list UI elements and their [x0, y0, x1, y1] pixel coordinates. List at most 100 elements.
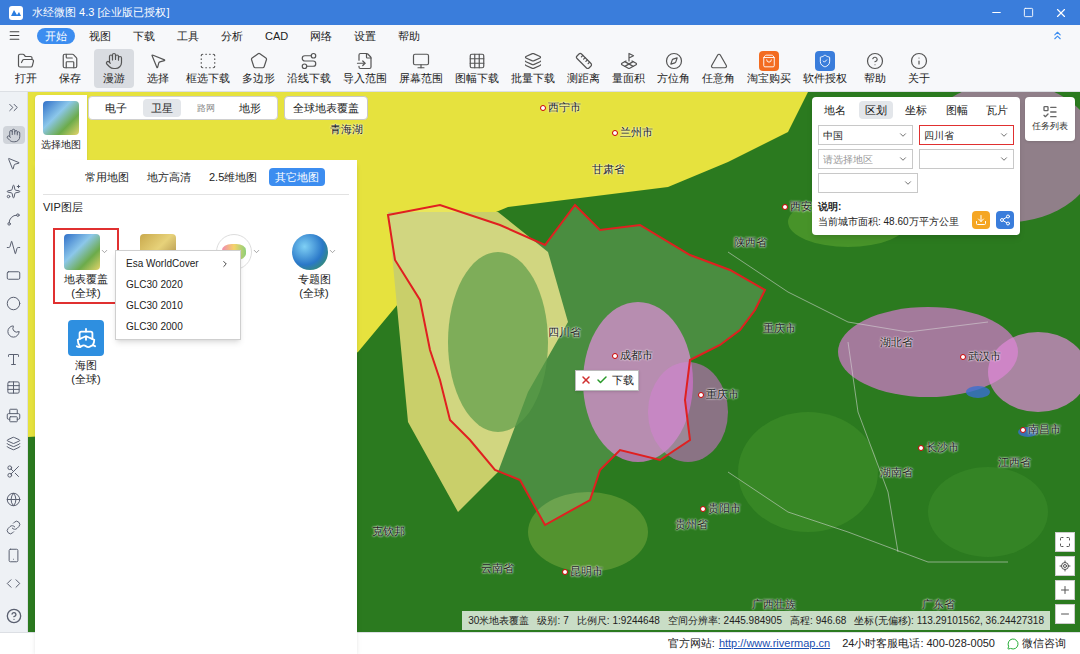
toolbar-button[interactable]: 沿线下载: [283, 49, 335, 88]
toolbar-button[interactable]: 测距离: [563, 49, 604, 88]
print-icon[interactable]: [6, 408, 21, 423]
toolbar-button[interactable]: 软件授权: [799, 49, 851, 88]
region-tab[interactable]: 图幅: [940, 101, 974, 119]
toolbar-button[interactable]: 框选下载: [182, 49, 234, 88]
rectangle-icon[interactable]: [6, 268, 21, 283]
menu-item[interactable]: 分析: [213, 28, 251, 44]
locate-icon[interactable]: [1059, 560, 1071, 572]
hand-icon[interactable]: [6, 128, 21, 143]
layer-item[interactable]: 专题图(全球): [281, 228, 347, 304]
layer-menu-arrow-icon[interactable]: [252, 247, 261, 256]
toolbar-button[interactable]: 方位角: [653, 49, 694, 88]
sub-district-select[interactable]: [919, 149, 1014, 169]
toolbar-button[interactable]: 保存: [50, 49, 90, 88]
toolbar-button[interactable]: 关于: [899, 49, 939, 88]
city-dot-icon: [960, 354, 966, 360]
map-source-button[interactable]: 路网: [189, 99, 223, 117]
menu-item[interactable]: 工具: [169, 28, 207, 44]
maximize-icon[interactable]: [1023, 7, 1034, 18]
cut-icon[interactable]: [6, 464, 21, 479]
layer-item[interactable]: 地表覆盖(全球): [53, 228, 119, 304]
help-icon[interactable]: [6, 608, 22, 624]
fullscreen-icon[interactable]: [1059, 536, 1071, 548]
landcover-icon: [64, 234, 100, 270]
map-category-tab[interactable]: 2.5维地图: [203, 168, 263, 186]
import-range-icon: [356, 52, 374, 70]
layer-menu-item[interactable]: Esa WorldCover: [116, 253, 240, 274]
map-source-button[interactable]: 卫星: [143, 99, 181, 117]
link-icon[interactable]: [6, 520, 21, 535]
toolbar-button[interactable]: 图幅下载: [451, 49, 503, 88]
map-source-button[interactable]: 电子: [97, 99, 135, 117]
province-select[interactable]: 四川省: [919, 125, 1014, 145]
toolbar-button[interactable]: 屏幕范围: [395, 49, 447, 88]
map-category-tab[interactable]: 其它地图: [269, 168, 325, 186]
region-tab[interactable]: 瓦片: [980, 101, 1014, 119]
toolbar-button[interactable]: 导入范围: [339, 49, 391, 88]
cancel-icon[interactable]: [580, 374, 592, 386]
toolbar-button[interactable]: 打开: [6, 49, 46, 88]
close-icon[interactable]: [1054, 6, 1068, 20]
toolbar-button[interactable]: 任意角: [698, 49, 739, 88]
line-icon[interactable]: [6, 212, 21, 227]
share-icon[interactable]: [999, 214, 1011, 226]
layers-icon[interactable]: [6, 436, 21, 451]
menu-item[interactable]: 开始: [37, 28, 75, 44]
toolbar-button[interactable]: 帮助: [855, 49, 895, 88]
sdk-icon[interactable]: [6, 576, 21, 591]
wechat-link[interactable]: 微信咨询: [1022, 635, 1066, 652]
toolbar-button[interactable]: 淘宝购买: [743, 49, 795, 88]
map-source-button[interactable]: 地形: [231, 99, 269, 117]
global-landcover-button[interactable]: 全球地表覆盖: [284, 96, 368, 120]
menu-item[interactable]: 视图: [81, 28, 119, 44]
download-icon[interactable]: [975, 214, 987, 226]
status-item: 级别:7: [537, 613, 568, 628]
town-select[interactable]: [818, 173, 918, 193]
map-picker-panel: 常用地图地方高清2.5维地图其它地图VIP图层地表覆盖(全球)专题图(全球)海图…: [35, 160, 357, 654]
layer-menu-arrow-icon[interactable]: [100, 247, 109, 256]
toolbar-button[interactable]: 多边形: [238, 49, 279, 88]
download-button[interactable]: 下载: [612, 372, 634, 389]
sector-icon[interactable]: [6, 324, 21, 339]
layer-menu-item[interactable]: GLC30 2020: [116, 274, 240, 295]
menu-item[interactable]: 下载: [125, 28, 163, 44]
region-tab[interactable]: 坐标: [899, 101, 933, 119]
collapse-ribbon-icon[interactable]: [1051, 29, 1064, 42]
layer-menu-arrow-icon[interactable]: [328, 247, 337, 256]
minimize-icon[interactable]: [990, 6, 1003, 19]
toolbar-button[interactable]: 选择: [138, 49, 178, 88]
toolbar-button[interactable]: 漫游: [94, 49, 134, 88]
menu-item[interactable]: 帮助: [390, 28, 428, 44]
table-icon[interactable]: [6, 380, 21, 395]
globe-icon[interactable]: [6, 492, 21, 507]
layer-item[interactable]: 海图(全球): [53, 314, 119, 390]
district-select[interactable]: 请选择地区: [818, 149, 913, 169]
layer-menu-item[interactable]: GLC30 2010: [116, 295, 240, 316]
chart-icon[interactable]: [6, 240, 21, 255]
map-picker-thumb[interactable]: 选择地图: [35, 95, 87, 161]
zoom-in-icon[interactable]: [1059, 584, 1071, 596]
menu-item[interactable]: 设置: [346, 28, 384, 44]
text-icon[interactable]: [6, 352, 21, 367]
menu-item[interactable]: 网络: [302, 28, 340, 44]
city-dot-icon: [612, 353, 618, 359]
menu-item[interactable]: CAD: [257, 28, 296, 44]
expand-icon[interactable]: [6, 100, 21, 115]
mark-icon[interactable]: [6, 184, 21, 199]
map-category-tab[interactable]: 地方高清: [141, 168, 197, 186]
toolbar-button[interactable]: 批量下载: [507, 49, 559, 88]
region-tab[interactable]: 区划: [859, 101, 893, 119]
pointer-icon[interactable]: [6, 156, 21, 171]
zoom-out-icon[interactable]: [1059, 608, 1071, 620]
map-category-tab[interactable]: 常用地图: [79, 168, 135, 186]
confirm-icon[interactable]: [596, 374, 608, 386]
layer-menu-item[interactable]: GLC30 2000: [116, 316, 240, 337]
circle-icon[interactable]: [6, 296, 21, 311]
toolbar-button[interactable]: 量面积: [608, 49, 649, 88]
main-menu-icon[interactable]: [8, 29, 21, 42]
country-select[interactable]: 中国: [818, 125, 913, 145]
task-list-button[interactable]: 任务列表: [1025, 97, 1075, 141]
region-tab[interactable]: 地名: [818, 101, 852, 119]
phone-icon[interactable]: [6, 548, 21, 563]
site-link[interactable]: http://www.rivermap.cn: [719, 635, 830, 652]
